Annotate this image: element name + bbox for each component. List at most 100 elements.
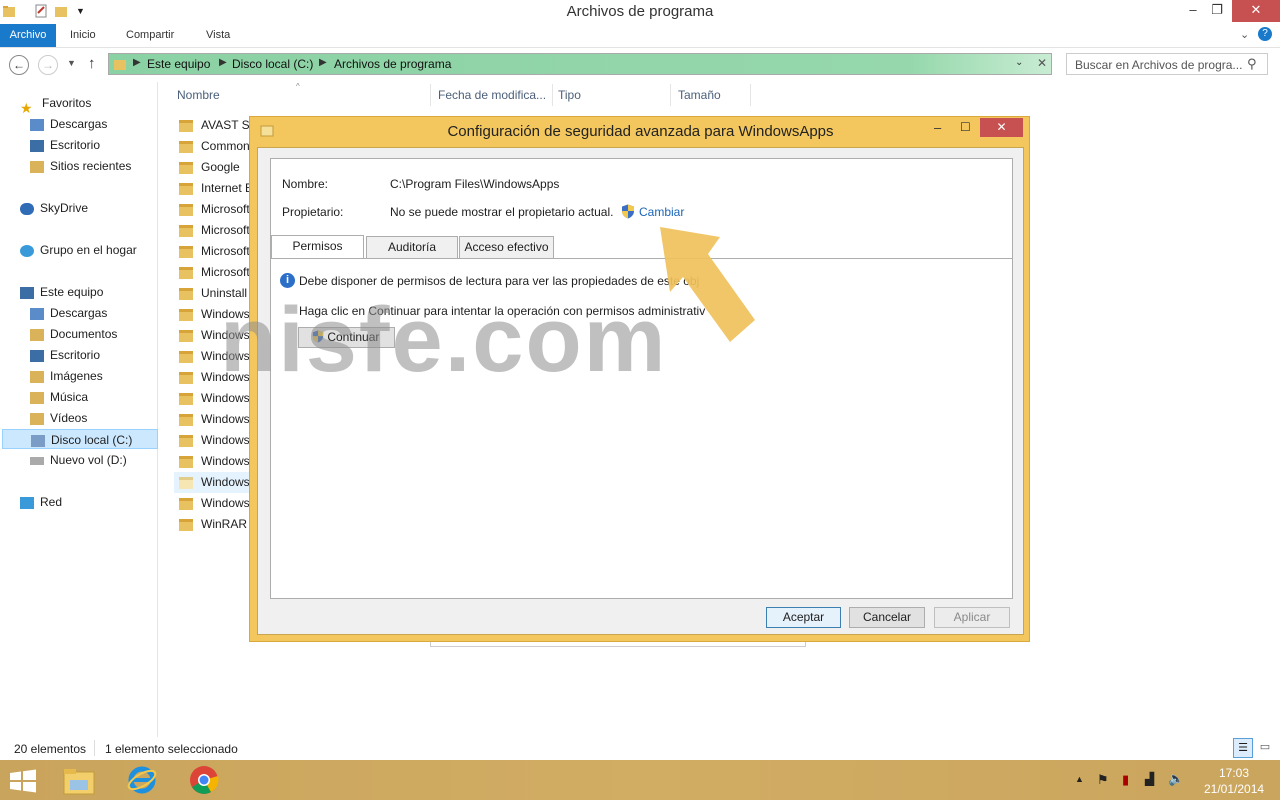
ok-button[interactable]: Aceptar — [766, 607, 841, 628]
horizontal-scrollbar[interactable] — [430, 642, 806, 647]
file-name: Common — [201, 139, 250, 153]
file-row[interactable]: Windows — [174, 451, 254, 472]
column-header-fecha[interactable]: Fecha de modifica... — [438, 88, 546, 102]
sidebar-item-escritorio[interactable]: Escritorio — [30, 345, 100, 365]
sidebar-item-videos[interactable]: Vídeos — [30, 408, 87, 428]
tab-permisos[interactable]: Permisos — [271, 235, 364, 258]
file-row[interactable]: Google — [174, 157, 254, 178]
file-row[interactable]: WindowsI — [174, 493, 254, 514]
sidebar-item-descargas[interactable]: Descargas — [30, 114, 107, 134]
file-row[interactable]: WinRAR — [174, 514, 254, 535]
file-name: WinRAR — [201, 517, 248, 531]
sidebar-item-favoritos[interactable]: ★ Favoritos — [20, 93, 91, 116]
column-divider[interactable] — [552, 84, 553, 106]
file-row[interactable]: Microsoft — [174, 199, 254, 220]
column-header-tipo[interactable]: Tipo — [558, 88, 581, 102]
action-center-flag-icon[interactable]: ⚑ — [1097, 772, 1109, 788]
column-header-tamano[interactable]: Tamaño — [678, 88, 721, 102]
tab-vista[interactable]: Vista — [198, 24, 238, 47]
forward-arrow-icon[interactable]: → — [38, 55, 58, 75]
file-row[interactable]: Common — [174, 136, 254, 157]
column-divider[interactable] — [750, 84, 751, 106]
documents-icon — [30, 328, 44, 341]
change-owner-link[interactable]: Cambiar — [639, 205, 684, 219]
column-divider[interactable] — [430, 84, 431, 106]
folder-icon — [179, 266, 193, 279]
recent-locations-icon[interactable]: ▼ — [67, 58, 76, 68]
tab-acceso-efectivo[interactable]: Acceso efectivo — [459, 236, 554, 258]
tab-inicio[interactable]: Inicio — [62, 24, 104, 47]
up-arrow-icon[interactable]: ↑ — [88, 55, 96, 72]
tab-compartir[interactable]: Compartir — [118, 24, 182, 47]
column-header-nombre[interactable]: Nombre — [177, 88, 220, 102]
homegroup-icon — [20, 244, 34, 257]
breadcrumb-archivos-de-programa[interactable]: Archivos de programa — [334, 57, 451, 71]
tab-auditoria[interactable]: Auditoría — [366, 236, 458, 258]
clear-icon[interactable]: ✕ — [1037, 56, 1047, 70]
breadcrumb-este-equipo[interactable]: Este equipo — [147, 57, 210, 71]
search-box[interactable]: Buscar en Archivos de progra... ⚲ — [1066, 53, 1268, 75]
folder-icon — [179, 329, 193, 342]
breadcrumb-disco-local[interactable]: Disco local (C:) — [232, 57, 313, 71]
sidebar-item-sitios-recientes[interactable]: Sitios recientes — [30, 156, 131, 176]
internet-explorer-icon[interactable] — [126, 764, 158, 796]
maximize-button[interactable]: ❐ — [1200, 0, 1234, 22]
sidebar-item-imagenes[interactable]: Imágenes — [30, 366, 103, 386]
back-arrow-icon[interactable]: ← — [9, 55, 29, 75]
apply-button[interactable]: Aplicar — [934, 607, 1010, 628]
chrome-icon[interactable] — [188, 764, 220, 796]
file-row[interactable]: AVAST So — [174, 115, 254, 136]
sidebar-item-label: Grupo en el hogar — [40, 243, 137, 257]
search-input[interactable]: Buscar en Archivos de progra... — [1075, 58, 1242, 72]
taskbar: ▲ ⚑ ▮ ▟ 🔈 17:03 21/01/2014 — [0, 760, 1280, 800]
file-row[interactable]: Internet E — [174, 178, 254, 199]
owner-label: Propietario: — [282, 205, 344, 219]
help-icon[interactable]: ? — [1258, 27, 1272, 41]
sidebar-item-escritorio[interactable]: Escritorio — [30, 135, 100, 155]
column-divider[interactable] — [670, 84, 671, 106]
network-signal-icon[interactable]: ▟ — [1145, 772, 1154, 786]
search-icon[interactable]: ⚲ — [1247, 56, 1257, 72]
sidebar-item-red[interactable]: Red — [20, 492, 62, 512]
breadcrumb-separator-icon: ▶ — [133, 57, 141, 68]
file-explorer-icon[interactable] — [62, 766, 96, 796]
maximize-button[interactable]: ☐ — [960, 120, 971, 134]
close-button[interactable]: ✕ — [980, 118, 1023, 137]
cancel-button[interactable]: Cancelar — [849, 607, 925, 628]
close-button[interactable]: ✕ — [1232, 0, 1280, 22]
sidebar-item-este-equipo[interactable]: Este equipo — [20, 282, 103, 302]
computer-icon — [20, 286, 34, 299]
large-icons-view-icon[interactable]: ▭ — [1257, 739, 1273, 755]
clock-time[interactable]: 17:03 — [1219, 766, 1249, 780]
sidebar-item-nuevo-vol[interactable]: Nuevo vol (D:) — [30, 450, 127, 470]
sidebar-item-skydrive[interactable]: SkyDrive — [20, 198, 88, 218]
file-row[interactable]: Windows — [174, 430, 254, 451]
file-row[interactable]: WindowsA — [174, 472, 254, 493]
sidebar-item-documentos[interactable]: Documentos — [30, 324, 117, 344]
file-name: AVAST So — [201, 118, 254, 132]
file-row[interactable]: Microsoft — [174, 241, 254, 262]
details-view-icon[interactable]: ☰ — [1233, 738, 1253, 758]
show-hidden-icons-icon[interactable]: ▲ — [1075, 774, 1084, 784]
windows-start-icon[interactable] — [9, 769, 37, 793]
tab-archivo[interactable]: Archivo — [0, 24, 56, 47]
clock-date[interactable]: 21/01/2014 — [1204, 782, 1264, 796]
file-row[interactable]: Microsoft — [174, 220, 254, 241]
address-bar[interactable]: ▶ Este equipo ▶ Disco local (C:) ▶ Archi… — [108, 53, 1052, 75]
minimize-button[interactable]: – — [934, 120, 941, 135]
breadcrumb-separator-icon: ▶ — [219, 57, 227, 68]
volume-icon[interactable]: 🔈 — [1168, 771, 1184, 787]
file-row[interactable]: Microsoft — [174, 262, 254, 283]
folder-icon — [179, 203, 193, 216]
sidebar-item-disco-local[interactable]: Disco local (C:) — [2, 429, 158, 449]
sidebar-item-musica[interactable]: Música — [30, 387, 88, 407]
folder-icon — [179, 392, 193, 405]
selection-count: 1 elemento seleccionado — [105, 742, 238, 756]
cloud-icon — [20, 202, 34, 215]
power-icon[interactable]: ▮ — [1122, 772, 1129, 788]
sidebar-item-descargas[interactable]: Descargas — [30, 303, 107, 323]
chevron-down-icon[interactable]: ⌄ — [1240, 28, 1249, 41]
file-row[interactable]: Windows — [174, 409, 254, 430]
sidebar-item-grupo-en-el-hogar[interactable]: Grupo en el hogar — [20, 240, 137, 260]
chevron-down-icon[interactable]: ⌄ — [1015, 57, 1023, 68]
